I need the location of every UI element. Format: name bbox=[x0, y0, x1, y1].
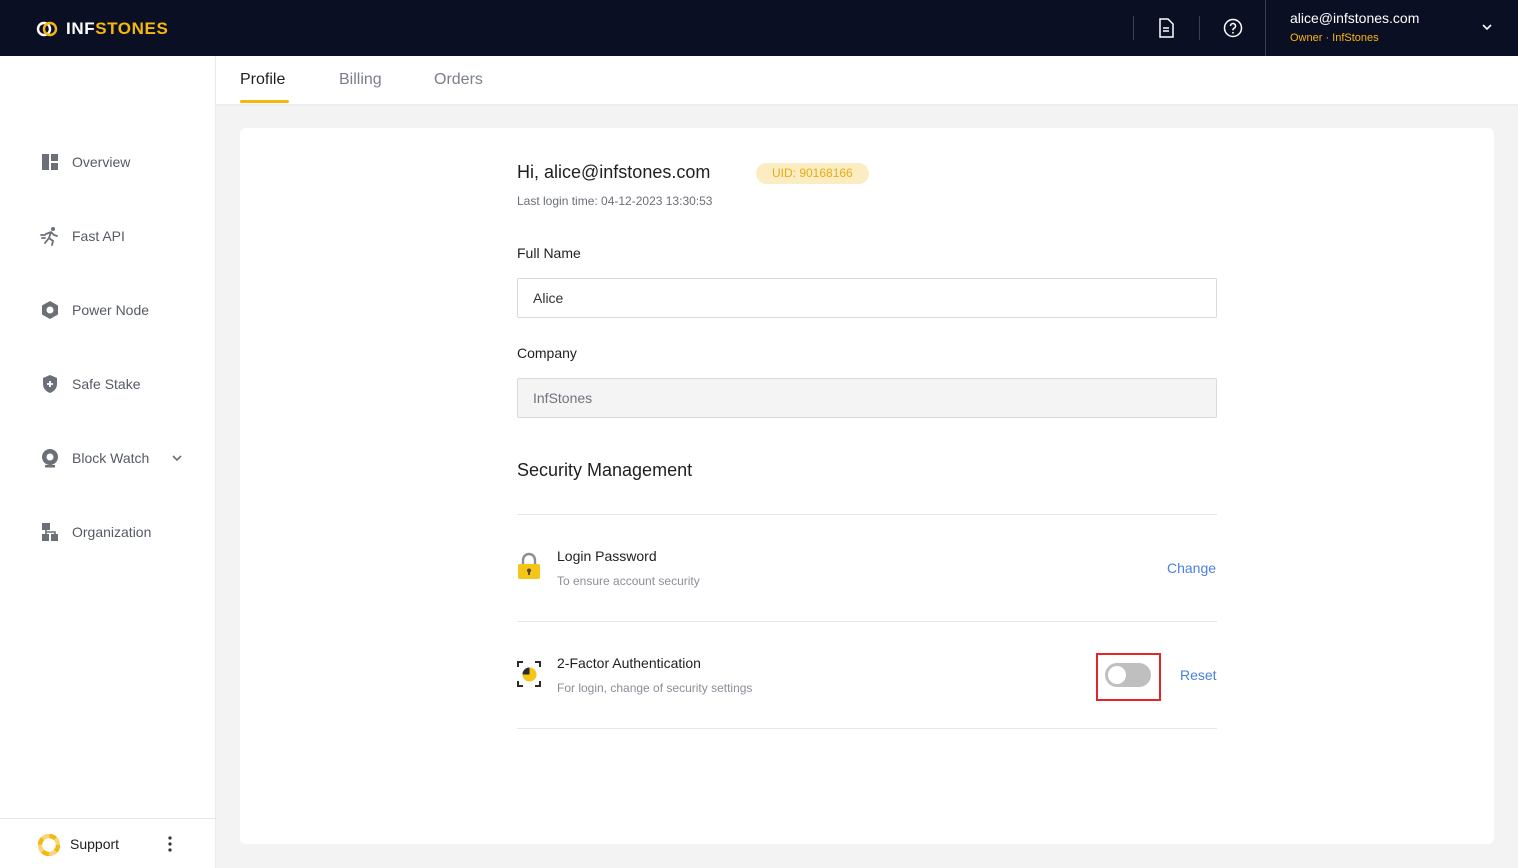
sidebar-item-label: Power Node bbox=[72, 302, 150, 318]
greeting: Hi, alice@infstones.com bbox=[517, 162, 711, 182]
toggle-knob bbox=[1108, 666, 1126, 684]
lifebuoy-icon[interactable] bbox=[38, 834, 60, 856]
sidebar-item-label: Organization bbox=[72, 524, 152, 540]
organization-icon bbox=[40, 522, 60, 542]
logo-text: INFSTONES bbox=[66, 19, 169, 38]
reset-two-factor-link[interactable]: Reset bbox=[1180, 667, 1217, 683]
power-node-icon bbox=[40, 300, 60, 320]
help-icon[interactable] bbox=[1222, 17, 1244, 39]
sidebar-item-label: Fast API bbox=[72, 228, 125, 244]
chevron-down-icon[interactable] bbox=[170, 451, 184, 465]
infstones-logo[interactable]: INFSTONES bbox=[34, 16, 168, 42]
overview-icon bbox=[40, 152, 60, 172]
divider bbox=[517, 728, 1217, 729]
header-divider bbox=[1133, 16, 1134, 40]
security-management-title: Security Management bbox=[517, 460, 693, 480]
tab-profile[interactable]: Profile bbox=[240, 71, 285, 89]
tab-billing[interactable]: Billing bbox=[339, 71, 382, 89]
sidebar-item-label: Overview bbox=[72, 154, 131, 170]
shield-icon bbox=[40, 374, 60, 394]
sidebar-item-label: Safe Stake bbox=[72, 376, 141, 392]
two-factor-toggle[interactable] bbox=[1105, 663, 1151, 687]
company-label: Company bbox=[517, 345, 577, 361]
sidebar-item-organization[interactable]: Organization bbox=[40, 520, 151, 544]
two-factor-title: 2-Factor Authentication bbox=[557, 655, 701, 671]
active-tab-indicator bbox=[240, 100, 289, 103]
block-watch-icon bbox=[40, 448, 60, 468]
full-name-label: Full Name bbox=[517, 245, 581, 261]
two-factor-desc: For login, change of security settings bbox=[557, 681, 753, 695]
header-divider bbox=[1199, 16, 1200, 40]
sidebar-item-safe-stake[interactable]: Safe Stake bbox=[40, 372, 141, 396]
user-menu[interactable]: alice@infstones.com Owner · InfStones bbox=[1290, 10, 1419, 44]
sidebar-item-overview[interactable]: Overview bbox=[40, 150, 130, 174]
chevron-down-icon[interactable] bbox=[1480, 20, 1494, 34]
sidebar: Overview Fast API Power Node Safe Stake … bbox=[0, 56, 216, 868]
login-password-title: Login Password bbox=[557, 548, 657, 564]
sidebar-item-fast-api[interactable]: Fast API bbox=[40, 224, 125, 248]
header-divider bbox=[1265, 0, 1266, 56]
company-input bbox=[517, 378, 1217, 418]
support-section: Support bbox=[0, 818, 216, 868]
user-role: Owner · InfStones bbox=[1290, 32, 1379, 44]
sidebar-item-block-watch[interactable]: Block Watch bbox=[40, 446, 149, 470]
login-password-desc: To ensure account security bbox=[557, 574, 700, 588]
uid-badge: UID: 90168166 bbox=[756, 163, 869, 184]
support-link[interactable]: Support bbox=[70, 836, 119, 852]
more-vertical-icon[interactable] bbox=[162, 833, 178, 855]
sidebar-item-label: Block Watch bbox=[72, 450, 150, 466]
profile-card: Hi, alice@infstones.com UID: 90168166 La… bbox=[240, 128, 1494, 844]
full-name-input[interactable] bbox=[517, 278, 1217, 318]
top-bar: INFSTONES alice@infstones.com Owner · In… bbox=[0, 0, 1518, 56]
tab-orders[interactable]: Orders bbox=[434, 71, 483, 89]
divider bbox=[517, 621, 1217, 622]
last-login-time: Last login time: 04-12-2023 13:30:53 bbox=[517, 194, 713, 208]
two-factor-icon bbox=[517, 661, 541, 687]
fast-api-icon bbox=[40, 226, 60, 246]
change-password-link[interactable]: Change bbox=[1167, 560, 1216, 576]
lock-icon bbox=[518, 552, 540, 579]
account-tabs: Profile Billing Orders bbox=[216, 56, 1518, 104]
logo-mark-icon bbox=[36, 21, 58, 37]
sidebar-item-power-node[interactable]: Power Node bbox=[40, 298, 149, 322]
user-email: alice@infstones.com bbox=[1290, 10, 1420, 26]
divider bbox=[517, 514, 1217, 515]
document-icon[interactable] bbox=[1155, 17, 1177, 39]
